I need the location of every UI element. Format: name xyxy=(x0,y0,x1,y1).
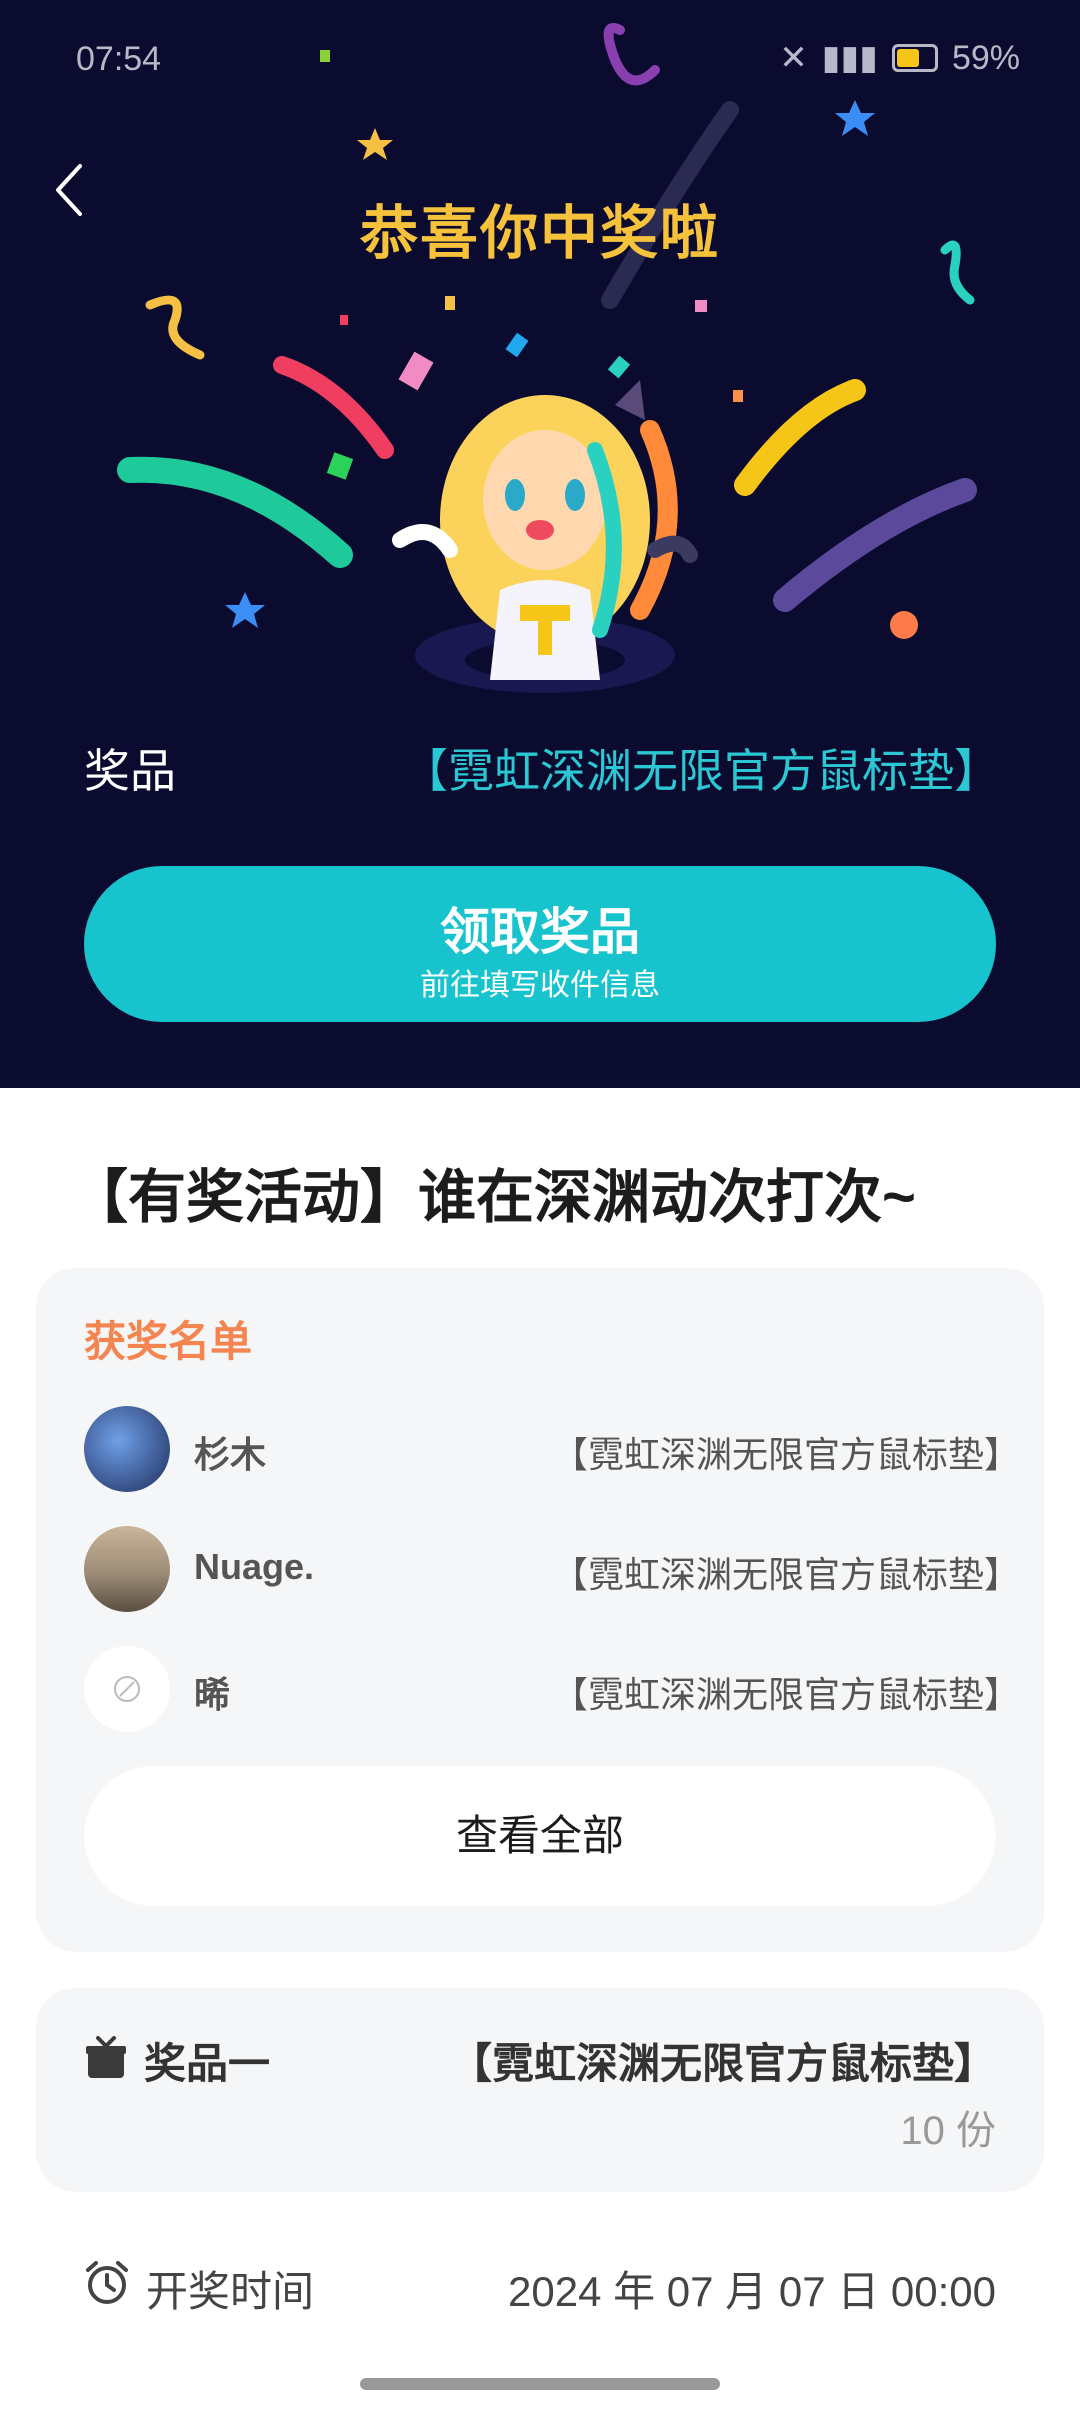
signal-icon: ▮▮▮ xyxy=(821,39,878,77)
claim-button-subtitle: 前往填写收件信息 xyxy=(420,969,660,1002)
page-title: 恭喜你中奖啦 xyxy=(359,201,720,266)
view-all-button[interactable]: 查看全部 xyxy=(84,1766,996,1906)
winner-row: 杉木 【霓虹深渊无限官方鼠标垫】 xyxy=(84,1406,1020,1492)
battery-icon xyxy=(891,44,938,72)
activity-title: 【有奖活动】谁在深渊动次打次~ xyxy=(70,1165,916,1230)
winner-prize: 【霓虹深渊无限官方鼠标垫】 xyxy=(551,1674,1020,1715)
winners-heading: 获奖名单 xyxy=(84,1318,253,1365)
prize-label: 奖品 xyxy=(84,745,176,797)
gift-icon xyxy=(86,2036,126,2078)
avatar xyxy=(84,1646,170,1732)
avatar xyxy=(84,1526,170,1612)
winner-prize: 【霓虹深渊无限官方鼠标垫】 xyxy=(551,1554,1020,1595)
winner-name: 晞 xyxy=(194,1674,231,1715)
prize-item-value: 【霓虹深渊无限官方鼠标垫】 xyxy=(449,2040,996,2087)
winner-prize: 【霓虹深渊无限官方鼠标垫】 xyxy=(551,1434,1020,1475)
prize-item-label: 奖品一 xyxy=(144,2040,271,2087)
status-bar: 07:54 ✕ ▮▮▮ 59% xyxy=(0,38,1080,88)
status-time: 07:54 xyxy=(76,40,162,78)
prize-item-count: 10 份 xyxy=(900,2109,996,2153)
prize-hero: 07:54 ✕ ▮▮▮ 59% 恭喜你中奖啦 奖品 【霓虹深渊无限官方鼠标垫】 … xyxy=(0,0,1080,1088)
winner-name: 杉木 xyxy=(194,1434,267,1475)
default-avatar-icon xyxy=(114,1676,140,1702)
draw-time-row: 开奖时间 2024 年 07 月 07 日 00:00 xyxy=(84,2254,996,2315)
alarm-clock-icon xyxy=(86,2261,128,2304)
claim-prize-button[interactable]: 领取奖品 前往填写收件信息 xyxy=(84,866,996,1022)
prize-value: 【霓虹深渊无限官方鼠标垫】 xyxy=(402,745,1000,797)
claim-button-label: 领取奖品 xyxy=(440,904,640,960)
prize-item-card: 奖品一 【霓虹深渊无限官方鼠标垫】 10 份 xyxy=(36,1988,1044,2192)
home-indicator[interactable] xyxy=(360,2378,720,2390)
draw-time-label: 开奖时间 xyxy=(146,2268,315,2315)
prize-row: 奖品 【霓虹深渊无限官方鼠标垫】 xyxy=(84,735,1000,797)
winner-row: 晞 【霓虹深渊无限官方鼠标垫】 xyxy=(84,1646,1020,1732)
winner-name: Nuage. xyxy=(194,1546,315,1587)
winner-row: Nuage. 【霓虹深渊无限官方鼠标垫】 xyxy=(84,1526,1020,1612)
battery-percent: 59% xyxy=(951,38,1020,77)
avatar xyxy=(84,1406,170,1492)
winners-card: 获奖名单 杉木 【霓虹深渊无限官方鼠标垫】 Nuage. 【霓虹深渊无限官方鼠标… xyxy=(36,1268,1044,1952)
draw-time-value: 2024 年 07 月 07 日 00:00 xyxy=(508,2268,996,2315)
mute-icon: ✕ xyxy=(779,39,808,77)
